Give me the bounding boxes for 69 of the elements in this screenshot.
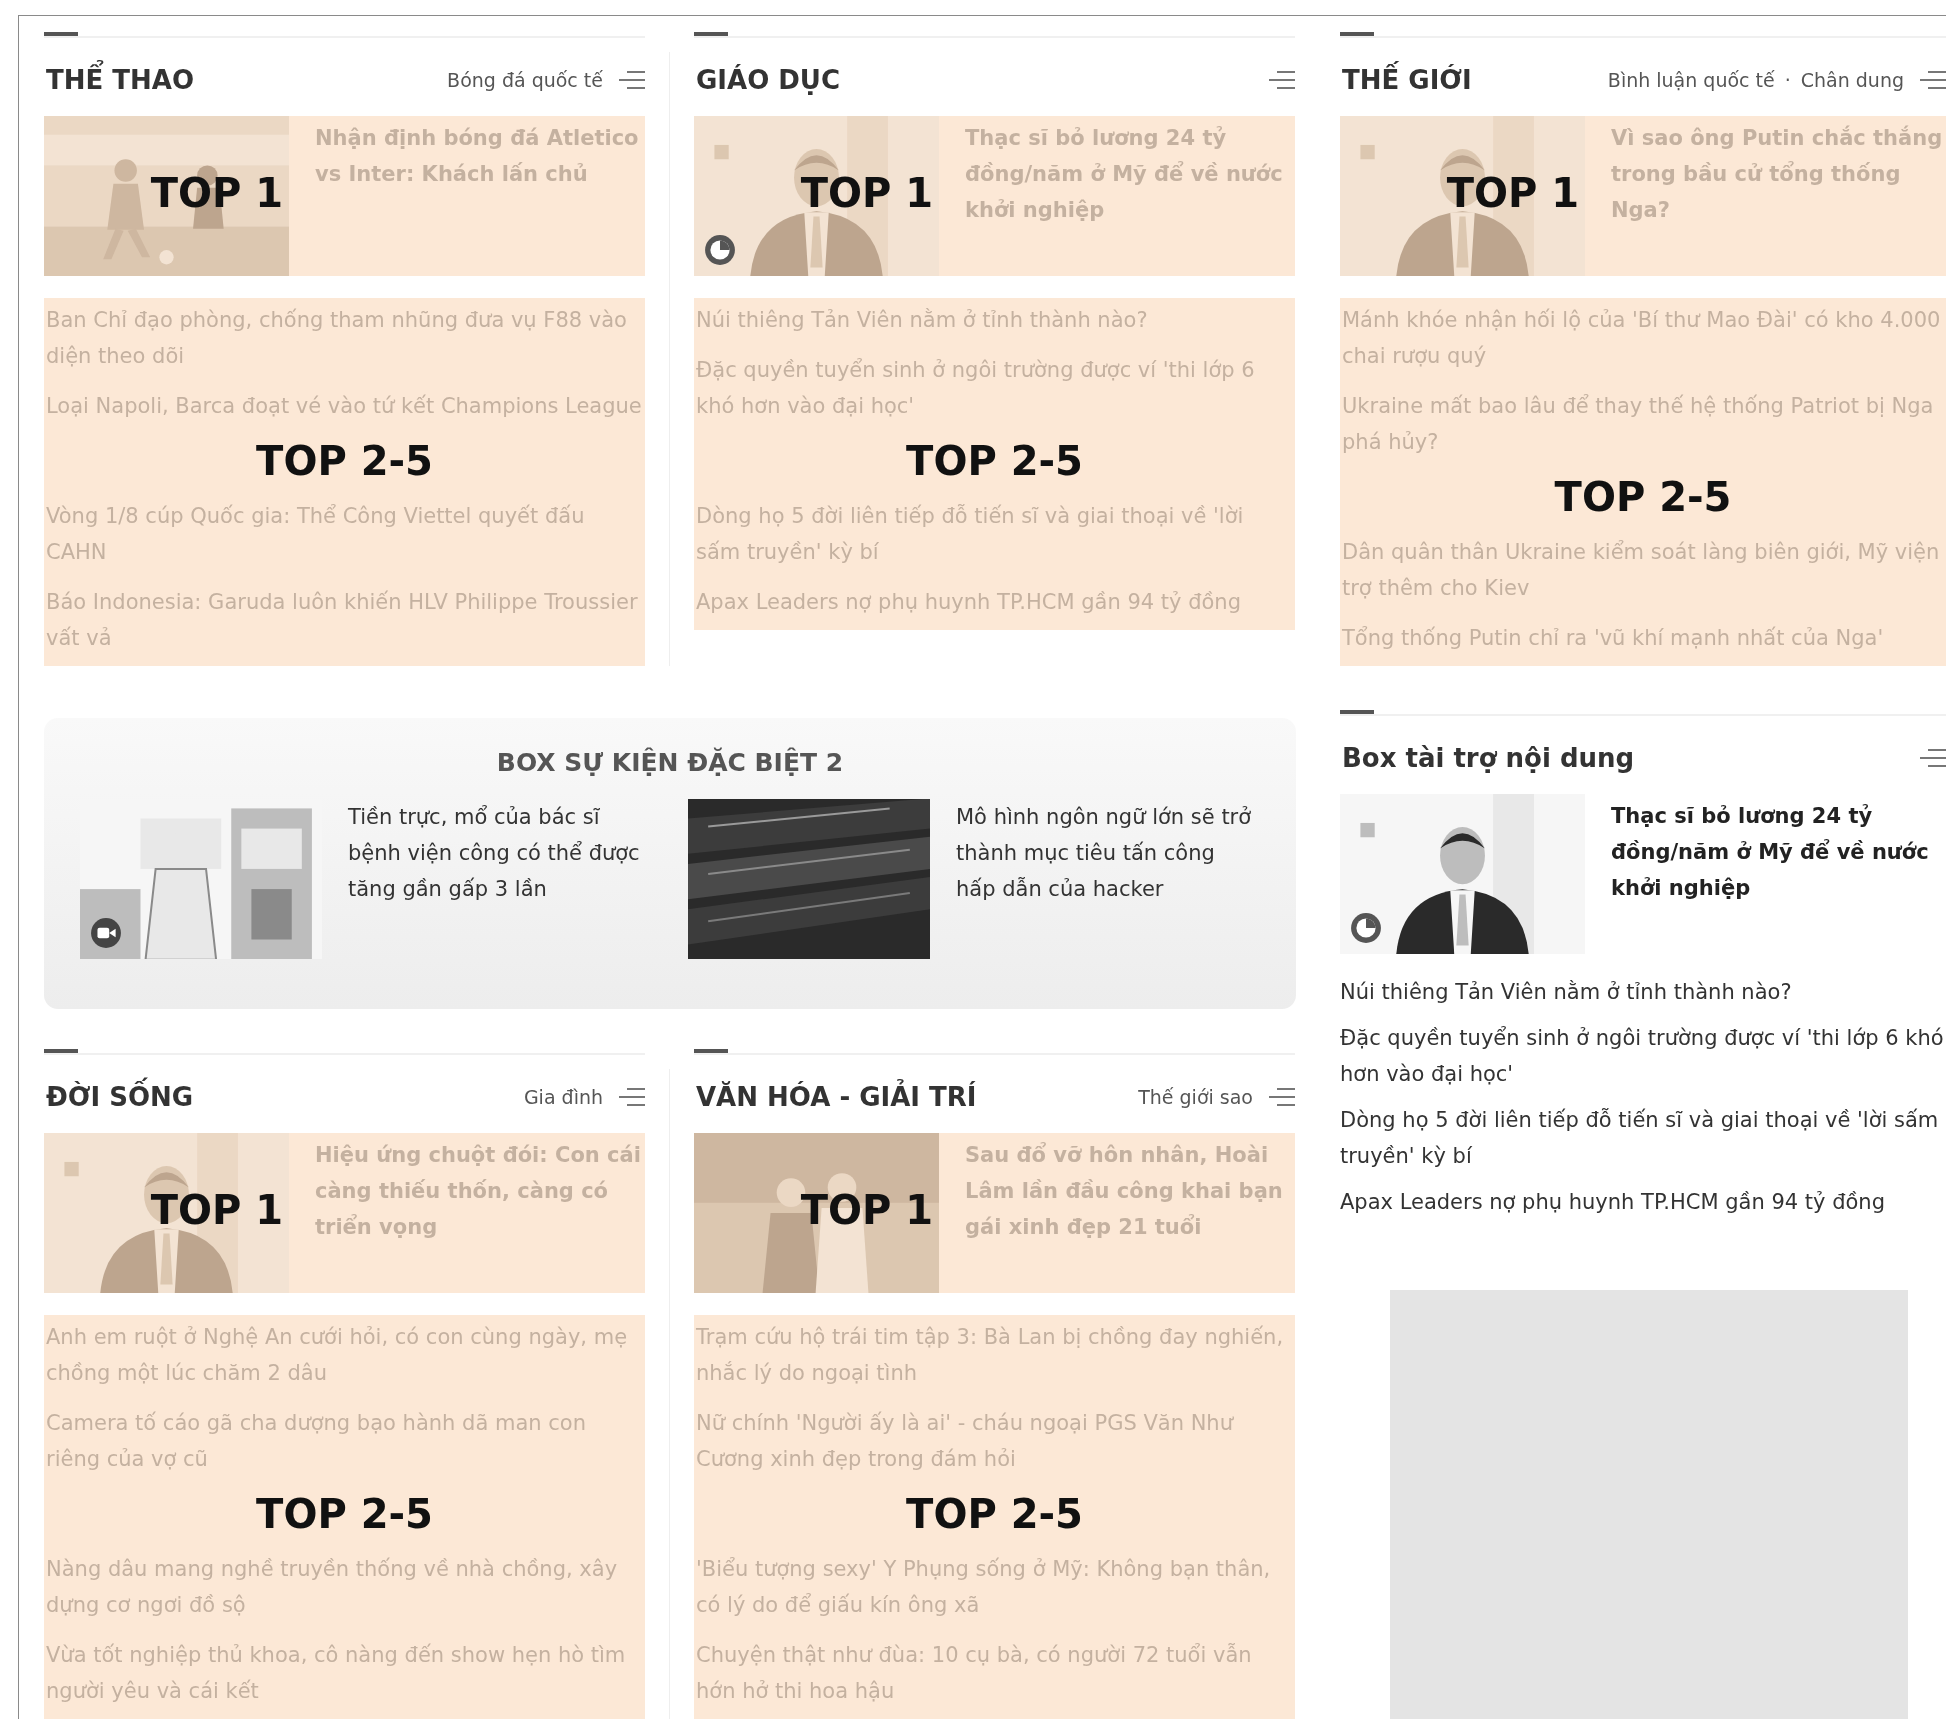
annotation-label: TOP 2-5	[906, 438, 1083, 484]
top-story-card[interactable]: TOP 1 Nhận định bóng đá Atletico vs Inter: Khách lấn chủ	[44, 116, 645, 276]
story-link[interactable]: 'Biểu tượng sexy' Y Phụng sống ở Mỹ: Không bạn thân, có lý do để giấu kín ông xã	[696, 1551, 1293, 1623]
story-link[interactable]: Dòng họ 5 đời liên tiếp đỗ tiến sĩ và giai thoại về 'lời sấm truyền' kỳ bí	[1340, 1102, 1946, 1174]
story-link[interactable]: Đặc quyền tuyển sinh ở ngôi trường được ví 'thi lớp 6 khó hơn vào đại học'	[1340, 1020, 1946, 1092]
annotation-label: TOP 1	[1446, 170, 1579, 216]
subcategory-link[interactable]: Thế giới sao	[1138, 1086, 1253, 1108]
story-link[interactable]: Vòng 1/8 cúp Quốc gia: Thể Công Viettel quyết đấu CAHN	[46, 498, 643, 570]
story-link[interactable]: Ban Chỉ đạo phòng, chống tham nhũng đưa vụ F88 vào diện theo dõi	[46, 302, 643, 374]
section-title[interactable]: ĐỜI SỐNG	[44, 1077, 196, 1117]
story-link[interactable]: Đặc quyền tuyển sinh ở ngôi trường được ví 'thi lớp 6 khó hơn vào đại học'	[696, 352, 1293, 424]
event-title: BOX SỰ KIỆN ĐẶC BIỆT 2	[496, 748, 844, 777]
subcategory-link[interactable]: Chân dung	[1800, 69, 1904, 91]
annotation-label: TOP 1	[150, 1187, 283, 1233]
story-link[interactable]: Apax Leaders nợ phụ huynh TP.HCM gần 94 tỷ đồng	[696, 584, 1293, 620]
story-link[interactable]: Camera tố cáo gã cha dượng bạo hành dã man con riêng của vợ cũ	[46, 1405, 643, 1477]
annotation-label: TOP 2-5	[256, 1491, 433, 1537]
story-link[interactable]: Chuyện thật như đùa: 10 cụ bà, có người 72 tuổi vẫn hớn hở thi hoa hậu	[696, 1637, 1293, 1709]
subcategory-link[interactable]: Bình luận quốc tế	[1607, 69, 1775, 91]
story-link[interactable]: Apax Leaders nợ phụ huynh TP.HCM gần 94 tỷ đồng	[1340, 1184, 1946, 1220]
annotation-label: TOP 2-5	[906, 1491, 1083, 1537]
story-link[interactable]: Tổng thống Putin chỉ ra 'vũ khí mạnh nhất của Nga'	[1342, 620, 1944, 656]
annotation-label: TOP 1	[150, 170, 283, 216]
annotation-label: TOP 1	[800, 170, 933, 216]
headline-link[interactable]: Vì sao ông Putin chắc thắng trong bầu cử tổng thống Nga?	[1611, 116, 1946, 276]
story-link[interactable]: Báo Indonesia: Garuda luôn khiến HLV Philippe Troussier vất vả	[46, 584, 643, 656]
link-separator: ·	[1784, 69, 1791, 91]
annotation-label: TOP 2-5	[256, 438, 433, 484]
menu-icon[interactable]	[1920, 70, 1946, 90]
section-title[interactable]: Box tài trợ nội dung	[1340, 738, 1637, 778]
annotation-label: TOP 2-5	[1554, 474, 1732, 520]
section-title[interactable]: GIÁO DỤC	[694, 60, 843, 100]
annotation-label: TOP 1	[800, 1187, 933, 1233]
story-link[interactable]: Anh em ruột ở Nghệ An cưới hỏi, có con cùng ngày, mẹ chồng một lúc chăm 2 dâu	[46, 1319, 643, 1391]
clock-icon	[1350, 912, 1382, 944]
section-title[interactable]: THỂ THAO	[44, 60, 197, 100]
menu-icon[interactable]	[1269, 70, 1295, 90]
story-link[interactable]: Vừa tốt nghiệp thủ khoa, cô nàng đến show hẹn hò tìm người yêu và cái kết	[46, 1637, 643, 1709]
top-story-card[interactable]: TOP 1 Vì sao ông Putin chắc thắng trong bầu cử tổng thống Nga?	[1340, 116, 1946, 276]
headline-link[interactable]: Sau đổ vỡ hôn nhân, Hoài Lâm lần đầu công khai bạn gái xinh đẹp 21 tuổi	[965, 1133, 1295, 1293]
section-title[interactable]: THẾ GIỚI	[1340, 60, 1474, 100]
clock-icon	[704, 234, 736, 266]
story-link[interactable]: Ukraine mất bao lâu để thay thế hệ thống Patriot bị Nga phá hủy?	[1342, 388, 1944, 460]
top-story-card[interactable]: TOP 1 Hiệu ứng chuột đói: Con cái càng thiếu thốn, càng có triển vọng	[44, 1133, 645, 1293]
story-link[interactable]: Loại Napoli, Barca đoạt vé vào tứ kết Champions League	[46, 388, 643, 424]
subcategory-link[interactable]: Bóng đá quốc tế	[447, 69, 603, 91]
headline-link[interactable]: Nhận định bóng đá Atletico vs Inter: Khách lấn chủ	[315, 116, 645, 276]
menu-icon[interactable]	[1920, 748, 1946, 768]
top-story-card[interactable]: TOP 1 Thạc sĩ bỏ lương 24 tỷ đồng/năm ở Mỹ để về nước khởi nghiệp	[694, 116, 1295, 276]
video-icon	[90, 917, 122, 949]
menu-icon[interactable]	[619, 1087, 645, 1107]
headline-link[interactable]: Thạc sĩ bỏ lương 24 tỷ đồng/năm ở Mỹ để về nước khởi nghiệp	[1611, 794, 1946, 956]
subcategory-link[interactable]: Gia đình	[523, 1086, 603, 1108]
story-link[interactable]: Mánh khóe nhận hối lộ của 'Bí thư Mao Đài' có kho 4.000 chai rượu quý	[1342, 302, 1944, 374]
story-link[interactable]: Nữ chính 'Người ấy là ai' - cháu ngoại PGS Văn Như Cương xinh đẹp trong đám hỏi	[696, 1405, 1293, 1477]
headline-link[interactable]: Tiền trực, mổ của bác sĩ bệnh viện công có thể được tăng gần gấp 3 lần	[348, 799, 652, 959]
story-link[interactable]: Núi thiêng Tản Viên nằm ở tỉnh thành nào?	[696, 302, 1293, 338]
headline-link[interactable]: Mô hình ngôn ngữ lớn sẽ trở thành mục tiêu tấn công hấp dẫn của hacker	[956, 799, 1260, 959]
story-link[interactable]: Dòng họ 5 đời liên tiếp đỗ tiến sĩ và giai thoại về 'lời sấm truyền' kỳ bí	[696, 498, 1293, 570]
headline-link[interactable]: Hiệu ứng chuột đói: Con cái càng thiếu thốn, càng có triển vọng	[315, 1133, 645, 1293]
story-link[interactable]: Nàng dâu mang nghề truyền thống về nhà chồng, xây dựng cơ ngơi đồ sộ	[46, 1551, 643, 1623]
menu-icon[interactable]	[619, 70, 645, 90]
story-link[interactable]: Trạm cứu hộ trái tim tập 3: Bà Lan bị chồng đay nghiến, nhắc lý do ngoại tình	[696, 1319, 1293, 1391]
section-title[interactable]: VĂN HÓA - GIẢI TRÍ	[694, 1077, 979, 1117]
menu-icon[interactable]	[1269, 1087, 1295, 1107]
story-link[interactable]: Dân quân thân Ukraine kiểm soát làng biên giới, Mỹ viện trợ thêm cho Kiev	[1342, 534, 1944, 606]
story-link[interactable]: Núi thiêng Tản Viên nằm ở tỉnh thành nào?	[1340, 974, 1946, 1010]
top-story-card[interactable]: TOP 1 Sau đổ vỡ hôn nhân, Hoài Lâm lần đầu công khai bạn gái xinh đẹp 21 tuổi	[694, 1133, 1295, 1293]
headline-link[interactable]: Thạc sĩ bỏ lương 24 tỷ đồng/năm ở Mỹ để về nước khởi nghiệp	[965, 116, 1295, 276]
